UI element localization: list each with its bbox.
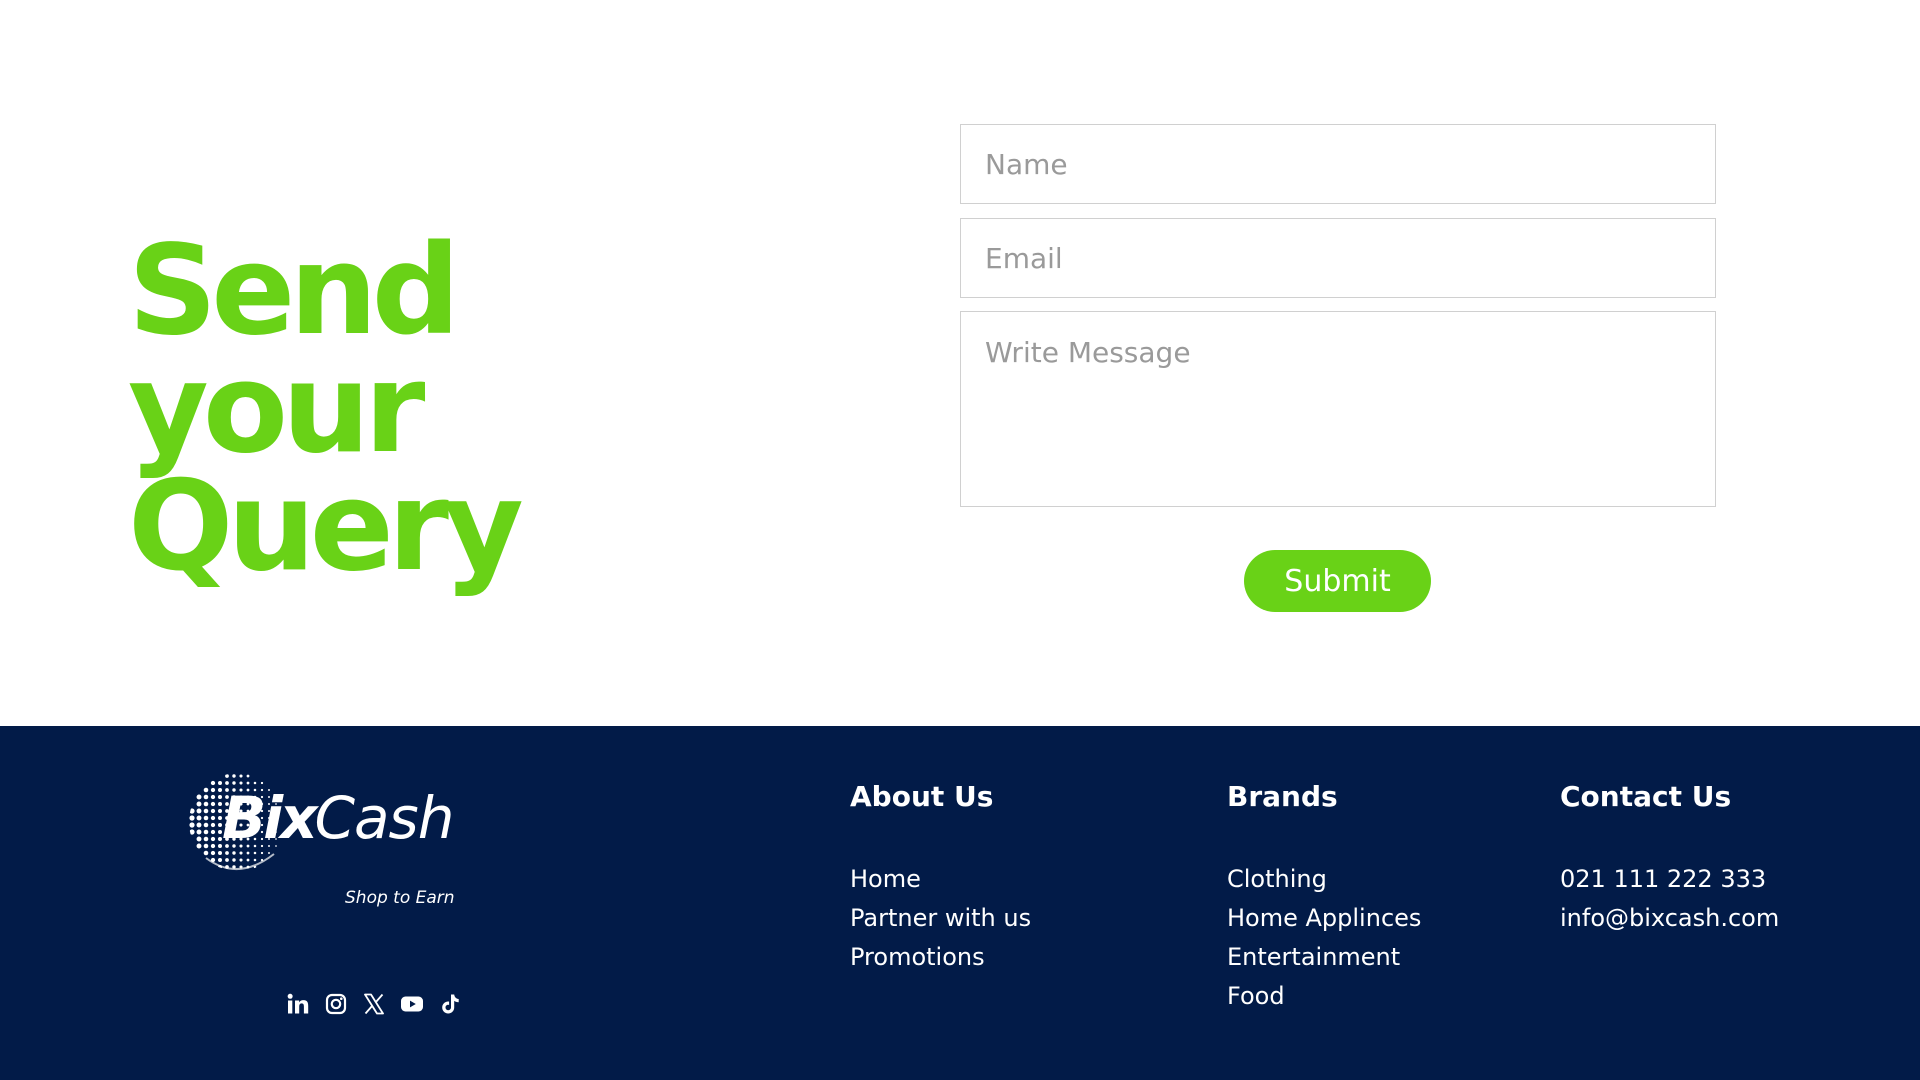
globe-dot <box>196 808 202 814</box>
about-us-heading: About Us <box>850 780 994 813</box>
logo-tagline: Shop to Earn <box>345 888 455 908</box>
globe-dot <box>189 829 195 835</box>
globe-dot <box>196 843 202 849</box>
message-field[interactable] <box>960 311 1716 507</box>
globe-dot <box>232 858 236 862</box>
globe-dot <box>196 801 202 807</box>
globe-dot <box>203 843 209 849</box>
footer-link-home-appliances[interactable]: Home Applinces <box>1227 904 1421 932</box>
brands-column: Brands Clothing Home Applinces Entertain… <box>1227 780 1421 1016</box>
footer-link-food[interactable]: Food <box>1227 982 1285 1010</box>
globe-dot <box>225 774 229 778</box>
bixcash-logo[interactable]: BixCash Shop to Earn <box>186 770 466 908</box>
logo-word-bold: Bix <box>222 784 317 852</box>
globe-dot <box>210 829 216 835</box>
page-title: Send your Query <box>128 229 768 589</box>
brands-heading: Brands <box>1227 780 1338 813</box>
globe-dot <box>189 808 195 814</box>
linkedin-icon[interactable] <box>286 992 310 1016</box>
globe-dot <box>196 836 202 842</box>
contact-us-heading: Contact Us <box>1560 780 1732 813</box>
contact-us-column: Contact Us 021 111 222 333 info@bixcash.… <box>1560 780 1779 938</box>
globe-dot <box>210 787 216 793</box>
instagram-icon[interactable] <box>324 992 348 1016</box>
title-line-1: Send your <box>128 219 460 481</box>
globe-dot <box>210 794 216 800</box>
globe-dot <box>253 858 257 862</box>
logo-word-light: Cash <box>314 784 455 852</box>
globe-dot <box>217 857 223 863</box>
globe-dot <box>210 836 216 842</box>
globe-dot <box>232 774 236 778</box>
globe-dot <box>210 843 216 849</box>
name-field[interactable] <box>960 124 1716 204</box>
globe-dot <box>196 794 202 800</box>
globe-dot <box>196 822 202 828</box>
globe-dot <box>246 774 250 778</box>
youtube-icon[interactable] <box>400 992 424 1016</box>
globe-dot <box>189 822 195 828</box>
globe-dot <box>203 822 209 828</box>
social-links <box>286 992 462 1016</box>
globe-dot <box>225 858 229 862</box>
globe-dot <box>203 787 209 793</box>
footer: BixCash Shop to Earn About Us Home Partn… <box>0 726 1920 1080</box>
contact-phone[interactable]: 021 111 222 333 <box>1560 865 1766 893</box>
globe-dot <box>196 815 202 821</box>
footer-link-entertainment[interactable]: Entertainment <box>1227 943 1400 971</box>
title-line-2: Query <box>128 455 524 599</box>
logo-wordmark: BixCash <box>222 782 455 854</box>
contact-email[interactable]: info@bixcash.com <box>1560 904 1779 932</box>
tiktok-icon[interactable] <box>438 992 462 1016</box>
footer-link-clothing[interactable]: Clothing <box>1227 865 1327 893</box>
submit-button[interactable]: Submit <box>1244 550 1431 612</box>
email-field[interactable] <box>960 218 1716 298</box>
globe-dot <box>203 815 209 821</box>
globe-dot <box>189 815 195 821</box>
globe-dot <box>196 829 202 835</box>
globe-dot <box>203 829 209 835</box>
globe-dot <box>203 801 209 807</box>
globe-dot <box>239 858 243 862</box>
footer-link-partner[interactable]: Partner with us <box>850 904 1031 932</box>
globe-dot <box>203 808 209 814</box>
globe-dot <box>203 794 209 800</box>
globe-dot <box>246 858 250 862</box>
footer-link-promotions[interactable]: Promotions <box>850 943 985 971</box>
about-us-column: About Us Home Partner with us Promotions <box>850 780 1031 977</box>
globe-dot <box>203 836 209 842</box>
globe-dot <box>210 850 216 856</box>
globe-dot <box>210 815 216 821</box>
globe-dot <box>210 780 216 786</box>
footer-link-home[interactable]: Home <box>850 865 921 893</box>
x-icon[interactable] <box>362 992 386 1016</box>
globe-dot <box>210 801 216 807</box>
globe-dot <box>210 822 216 828</box>
globe-dot <box>239 774 243 778</box>
query-section: Send your Query Submit <box>0 0 1920 726</box>
globe-dot <box>210 808 216 814</box>
globe-dot <box>203 850 209 856</box>
